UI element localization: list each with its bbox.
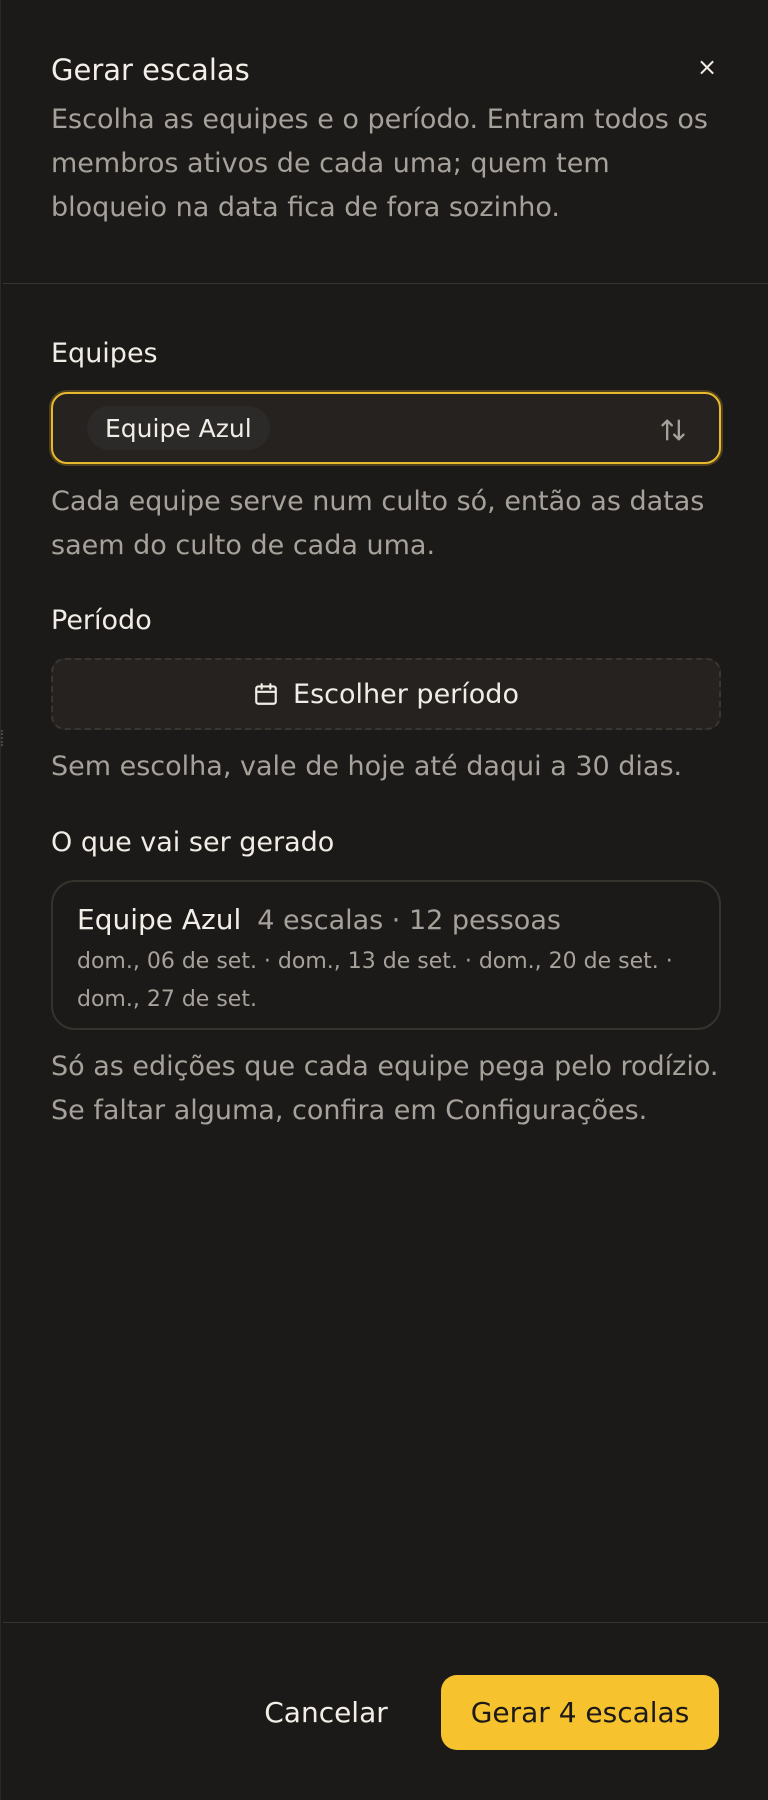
close-icon: × — [696, 53, 718, 81]
period-label: Período — [51, 605, 152, 636]
summary-dates: dom., 06 de set. · dom., 13 de set. · do… — [77, 949, 673, 1012]
header-divider — [3, 283, 768, 284]
summary-team-name: Equipe Azul — [77, 903, 242, 936]
footer-divider — [3, 1622, 768, 1623]
teams-label: Equipes — [51, 338, 158, 369]
cancel-button[interactable]: Cancelar — [251, 1675, 401, 1749]
resize-handle[interactable] — [1, 730, 4, 746]
choose-period-button[interactable]: Escolher período — [51, 658, 721, 730]
generate-schedules-button[interactable]: Gerar 4 escalas — [441, 1675, 719, 1750]
dialog-description: Escolha as equipes e o período. Entram t… — [51, 104, 708, 223]
close-button[interactable]: × — [690, 50, 724, 84]
summary-label: O que vai ser gerado — [51, 827, 335, 858]
teams-hint: Cada equipe serve num culto só, então as… — [51, 486, 705, 561]
calendar-icon — [255, 683, 277, 705]
choose-period-label: Escolher período — [293, 678, 519, 710]
summary-card: Equipe Azul 4 escalas · 12 pessoas dom.,… — [51, 880, 721, 1030]
team-chip[interactable]: Equipe Azul — [87, 406, 270, 450]
teams-multiselect[interactable]: Equipe Azul — [51, 392, 721, 464]
sort-icon — [661, 419, 685, 441]
dialog-title: Gerar escalas — [51, 53, 250, 87]
dialog-header: Gerar escalas Escolha as equipes e o per… — [51, 46, 718, 230]
generate-schedules-dialog: Gerar escalas Escolha as equipes e o per… — [0, 0, 768, 1800]
summary-card-header: Equipe Azul 4 escalas · 12 pessoas — [77, 898, 695, 943]
summary-counts: 4 escalas · 12 pessoas — [257, 905, 561, 936]
period-hint: Sem escolha, vale de hoje até daqui a 30… — [51, 751, 683, 782]
summary-hint: Só as edições que cada equipe pega pelo … — [51, 1051, 719, 1126]
